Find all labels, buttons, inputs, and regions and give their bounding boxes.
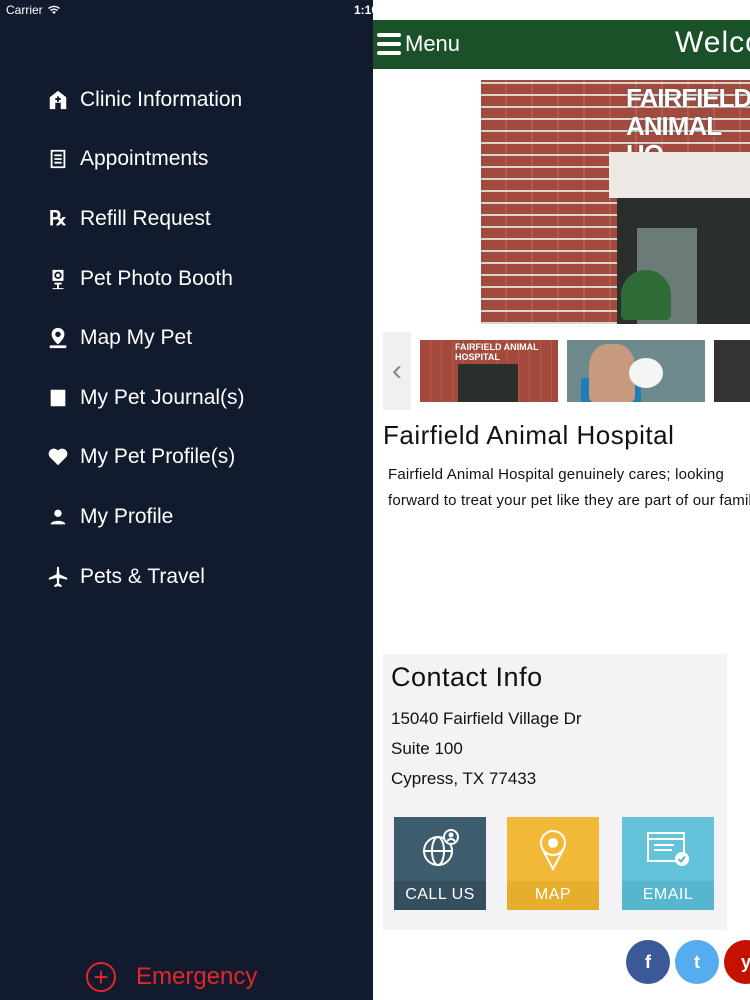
drawer-menu: Clinic Information Appointments ℞ Refill… (0, 70, 373, 606)
drawer-item-refill-request[interactable]: ℞ Refill Request (0, 189, 373, 249)
drawer-item-label: Pet Photo Booth (80, 266, 233, 290)
drawer-item-appointments[interactable]: Appointments (0, 130, 373, 190)
drawer-item-label: Appointments (80, 147, 209, 171)
journal-icon (44, 387, 72, 409)
drawer-item-my-pet-profiles[interactable]: My Pet Profile(s) (0, 428, 373, 488)
twitter-icon: t (694, 951, 700, 972)
email-label: EMAIL (622, 881, 714, 910)
drawer-item-label: Map My Pet (80, 326, 193, 350)
wifi-icon (47, 5, 60, 14)
facebook-button[interactable]: f (626, 940, 670, 984)
battery-indicator: 100% (687, 3, 744, 17)
hospital-description: Fairfield Animal Hospital genuinely care… (388, 466, 750, 509)
menu-label: Menu (405, 31, 461, 56)
address-line: 15040 Fairfield Village Dr (391, 709, 582, 728)
drawer-item-my-profile[interactable]: My Profile (0, 487, 373, 547)
map-label: MAP (507, 881, 599, 910)
image-carousel: ‹ FAIRFIELD ANIMAL HOSPITAL (383, 332, 750, 410)
address-line: Cypress, TX 77433 (391, 769, 537, 788)
email-button[interactable]: EMAIL (622, 817, 714, 910)
drawer-item-label: Clinic Information (80, 87, 243, 111)
navigation-bar: Menu Welcome (373, 20, 750, 69)
drawer-item-label: My Profile (80, 504, 174, 528)
hospital-title: Fairfield Animal Hospital (383, 420, 675, 450)
emergency-label: Emergency (136, 963, 258, 990)
map-pin-icon (44, 327, 72, 349)
drawer-item-label: My Pet Journal(s) (80, 385, 245, 409)
yelp-button[interactable]: y (724, 940, 750, 984)
status-time: 1:10 PM (354, 3, 400, 17)
menu-button[interactable]: Menu (377, 31, 460, 57)
page-title: Welcome (675, 26, 750, 59)
map-button[interactable]: MAP (507, 817, 599, 910)
drawer-item-pet-photo-booth[interactable]: Pet Photo Booth (0, 249, 373, 309)
drawer-item-map-my-pet[interactable]: Map My Pet (0, 308, 373, 368)
clinic-icon (44, 89, 72, 111)
list-icon (44, 148, 72, 170)
call-us-button[interactable]: CALL US (394, 817, 486, 910)
drawer-item-my-pet-journals[interactable]: My Pet Journal(s) (0, 368, 373, 428)
plus-circle-icon: + (86, 962, 116, 992)
camera-icon (44, 268, 72, 290)
battery-label: 100% (687, 3, 718, 17)
call-us-label: CALL US (394, 881, 486, 910)
map-marker-icon (529, 817, 577, 881)
contact-info-card: Contact Info 15040 Fairfield Village Dr … (383, 654, 727, 930)
contact-heading: Contact Info (391, 662, 543, 692)
chevron-left-icon: ‹ (392, 354, 402, 387)
yelp-icon: y (740, 951, 750, 972)
carousel-thumbnail[interactable]: FAIRFIELD ANIMAL HOSPITAL (420, 340, 558, 402)
drawer-item-label: My Pet Profile(s) (80, 445, 236, 469)
carrier-label: Carrier (6, 3, 43, 17)
drawer-item-pets-travel[interactable]: Pets & Travel (0, 547, 373, 607)
carrier-indicator: Carrier (6, 3, 61, 17)
carousel-thumbnail[interactable] (567, 340, 705, 402)
globe-phone-icon (416, 817, 464, 881)
rx-icon: ℞ (49, 208, 67, 231)
facebook-icon: f (645, 951, 651, 972)
carousel-thumbnail[interactable] (714, 340, 750, 402)
side-drawer: Clinic Information Appointments ℞ Refill… (0, 0, 373, 1000)
status-bar: Carrier 1:10 PM 100% (0, 0, 750, 20)
drawer-item-label: Refill Request (80, 206, 211, 230)
heart-icon (44, 446, 72, 468)
battery-icon (722, 5, 744, 15)
person-icon (44, 506, 72, 528)
carousel-prev-button[interactable]: ‹ (383, 332, 411, 410)
hamburger-icon (377, 33, 401, 55)
emergency-button[interactable]: + Emergency (86, 962, 257, 992)
address-line: Suite 100 (391, 739, 463, 758)
hero-image: FAIRFIELD ANIMAL HO (481, 80, 750, 324)
drawer-item-label: Pets & Travel (80, 564, 205, 588)
main-content: Menu Welcome FAIRFIELD ANIMAL HO ‹ FAIRF… (373, 0, 750, 1000)
twitter-button[interactable]: t (675, 940, 719, 984)
airplane-icon (44, 566, 72, 588)
drawer-item-clinic-information[interactable]: Clinic Information (0, 70, 373, 130)
email-icon (644, 817, 692, 881)
